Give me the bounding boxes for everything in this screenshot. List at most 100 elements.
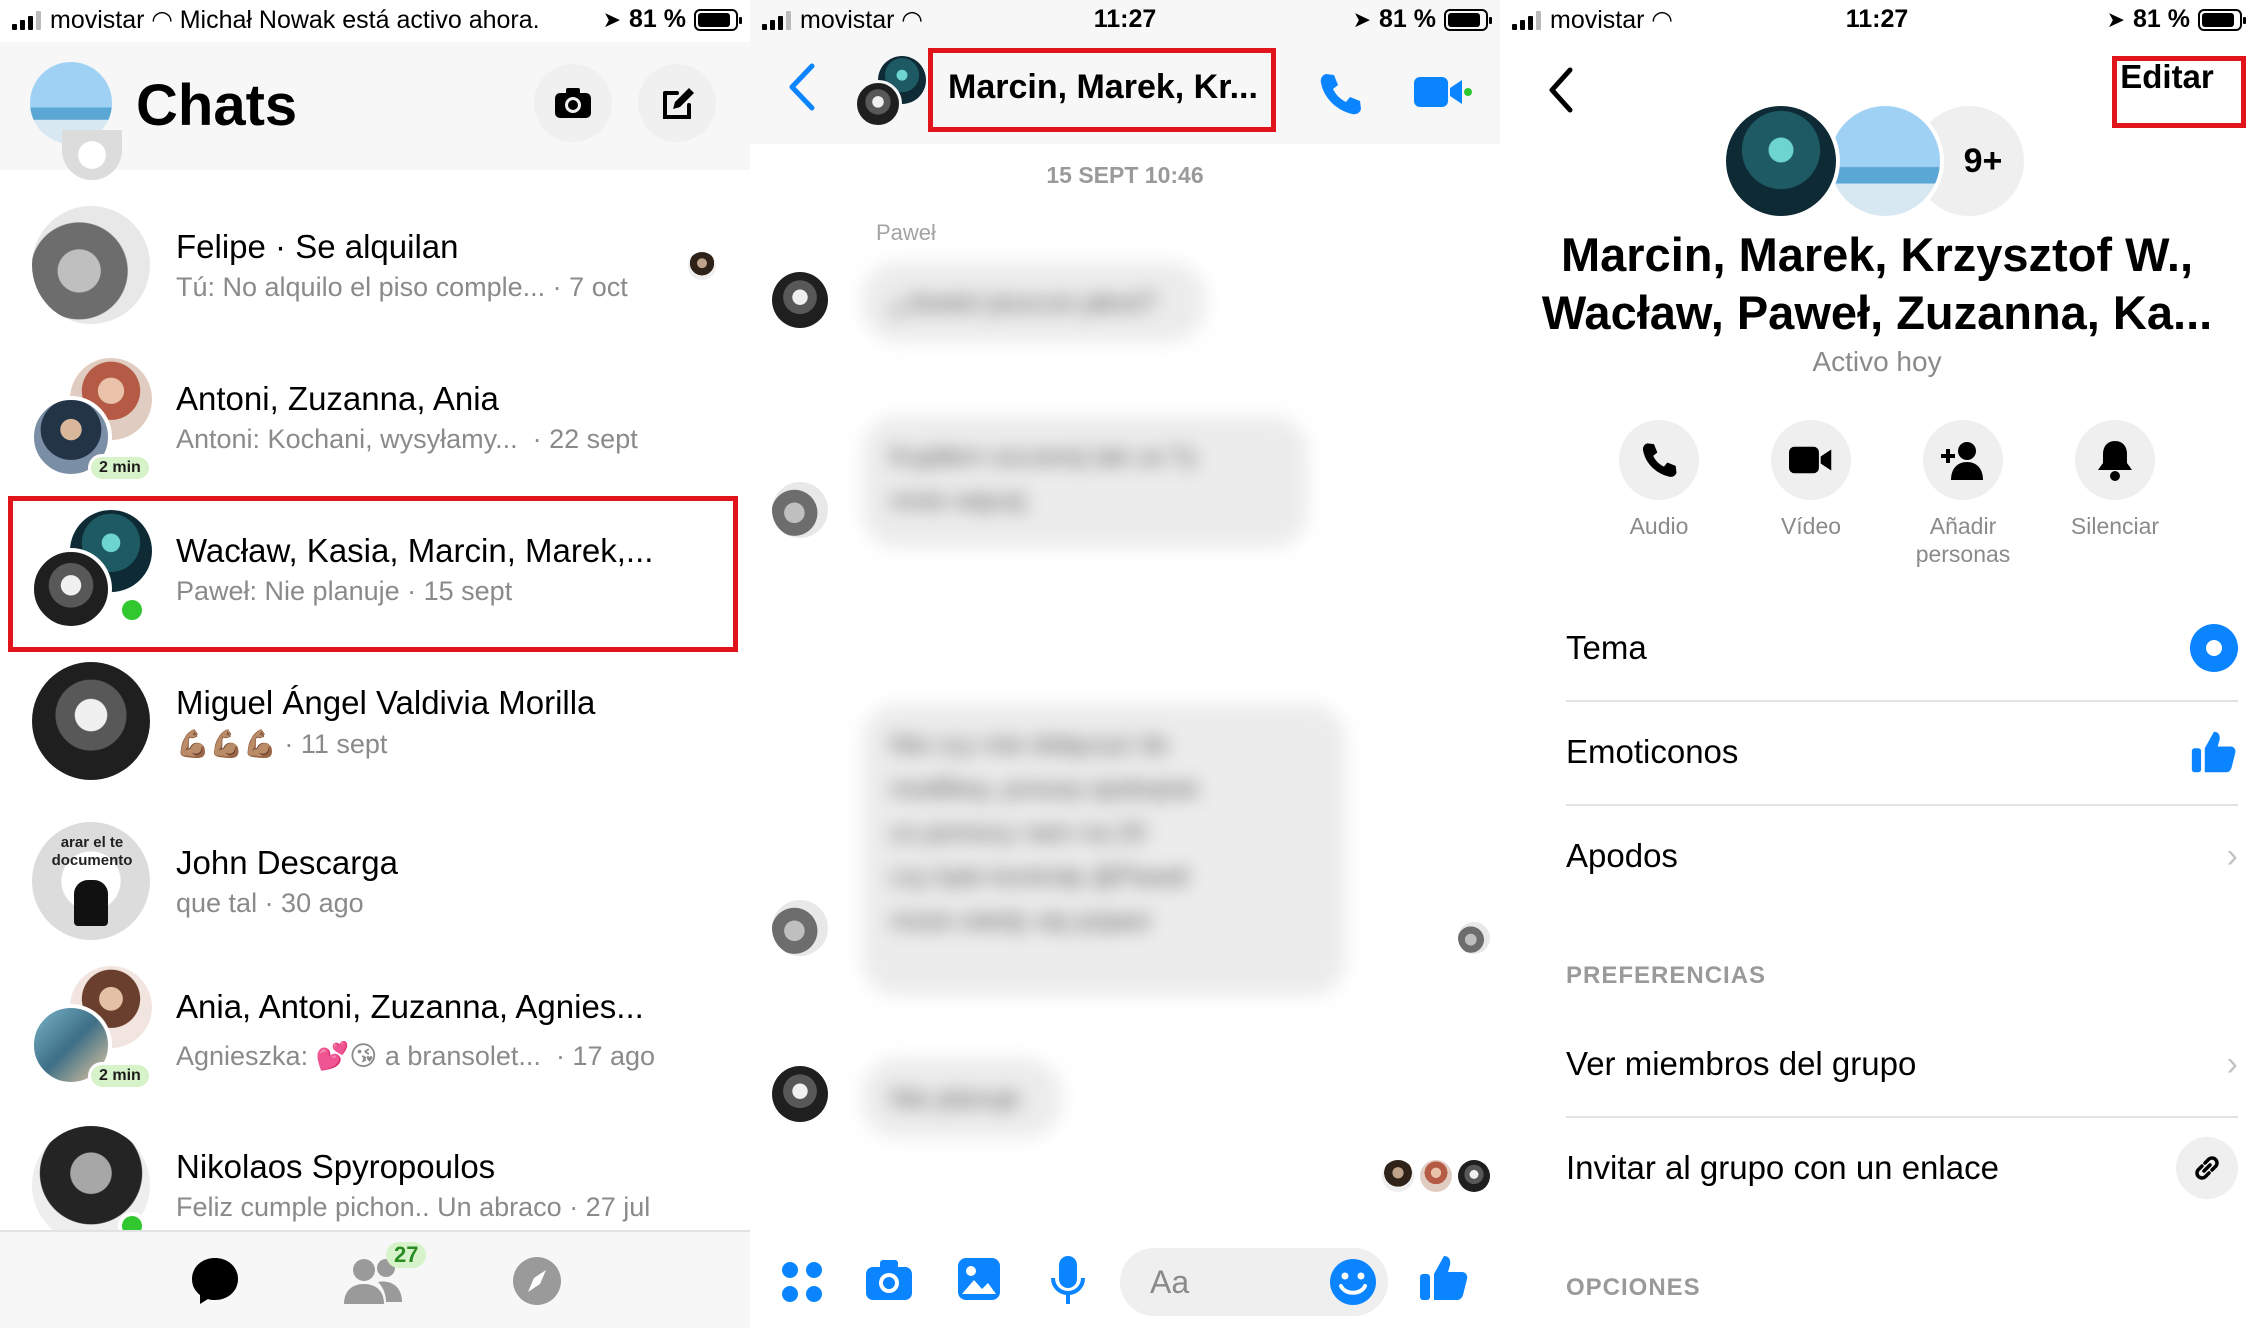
audio-action[interactable]: Audio	[1594, 420, 1724, 540]
phone-icon	[1320, 74, 1361, 115]
members-row[interactable]: Ver miembros del grupo ›	[1566, 1012, 2238, 1116]
chevron-left-icon	[1549, 67, 1573, 113]
sender-name: Paweł	[876, 220, 936, 245]
chat-row-miguel[interactable]: Miguel Ángel Valdivia Morilla 💪🏽💪🏽💪🏽 · 1…	[0, 656, 750, 806]
compass-icon	[513, 1257, 561, 1305]
emoji-button[interactable]	[1328, 1257, 1378, 1312]
video-call-button[interactable]	[1414, 74, 1472, 115]
location-icon: ➤	[602, 6, 622, 32]
add-person-icon	[1941, 442, 1983, 480]
group-settings-panel: movistar ◠ 11:27 ➤ 81 % Editar 9+ Marcin…	[1500, 0, 2254, 1328]
tab-discover[interactable]	[510, 1254, 564, 1320]
chat-row-antoni[interactable]: 2 min Antoni, Zuzanna, Ania Antoni: Koch…	[0, 352, 750, 502]
message-bubble[interactable]: Nie czy mie dołączyć do modlitwy, proszę…	[862, 704, 1346, 996]
like-button[interactable]	[1418, 1252, 1470, 1309]
message-avatar	[772, 272, 828, 328]
camera-button[interactable]	[534, 64, 612, 142]
read-receipt-avatar	[1458, 922, 1490, 954]
video-icon	[1789, 446, 1832, 474]
chat-preview: Feliz cumple pichon.. Un abraco · 27 jul	[176, 1192, 651, 1222]
chat-preview: Agnieszka: 💕😘 a bransolet... · 17 ago	[176, 1041, 656, 1071]
audio-call-button[interactable]	[1316, 70, 1364, 123]
group-name-line: Wacław, Paweł, Zuzanna, Ka...	[1541, 286, 2213, 339]
camera-button[interactable]	[864, 1258, 914, 1307]
selected-chat-highlight	[8, 496, 738, 652]
chat-name: Ania, Antoni, Zuzanna, Agnies...	[176, 988, 644, 1025]
chevron-left-icon	[789, 63, 815, 111]
gallery-button[interactable]	[956, 1256, 1002, 1307]
chevron-right-icon: ›	[2226, 1044, 2238, 1083]
tab-bar: 27	[0, 1230, 750, 1328]
seen-avatar	[688, 252, 716, 280]
activity-status: Activo hoy	[1812, 346, 1942, 377]
camera-icon	[866, 1260, 912, 1300]
theme-row[interactable]: Tema	[1566, 596, 2238, 700]
message-avatar	[772, 1066, 828, 1122]
message-bubble[interactable]: Kupiłem szczerej tak za Ty mnie więcej	[862, 416, 1308, 548]
emoji-row[interactable]: Emoticonos	[1566, 700, 2238, 804]
nicknames-label: Apodos	[1566, 837, 1678, 874]
audio-label: Audio	[1629, 513, 1689, 539]
chat-avatar	[32, 206, 150, 324]
message-avatar	[772, 482, 828, 538]
compose-icon	[663, 88, 694, 119]
back-button[interactable]	[1546, 66, 1574, 119]
video-label: Vídeo	[1780, 513, 1842, 539]
battery-icon	[2198, 8, 2246, 31]
back-button[interactable]	[786, 62, 816, 117]
docs-figure-icon	[74, 880, 108, 926]
message-input[interactable]: Aa	[1120, 1248, 1388, 1316]
chat-bubble-icon	[192, 1258, 238, 1304]
group-name-line: Marcin, Marek, Krzysztof W.,	[1560, 228, 2194, 281]
message-bubble[interactable]: Nie planuje	[862, 1058, 1062, 1138]
nicknames-row[interactable]: Apodos ›	[1566, 804, 2238, 908]
location-icon: ➤	[2106, 6, 2126, 32]
mute-label: Silenciar	[2070, 513, 2160, 539]
chat-avatar: arar el te documento	[32, 822, 150, 940]
chat-preview: que tal · 30 ago	[176, 888, 364, 918]
preferences-header: PREFERENCIAS	[1566, 962, 1767, 989]
tab-chats[interactable]	[188, 1254, 242, 1320]
carrier-name: movistar	[50, 5, 145, 34]
chat-row-ania[interactable]: 2 min Ania, Antoni, Zuzanna, Agnies... A…	[0, 960, 750, 1110]
video-action[interactable]: Vídeo	[1746, 420, 1876, 540]
battery-icon	[1444, 8, 1492, 31]
theme-radio-icon	[2190, 624, 2238, 672]
active-notice: Michał Nowak está activo ahora.	[179, 5, 540, 34]
bell-icon	[2098, 441, 2132, 481]
add-people-label: Añadir personas	[1915, 513, 2011, 567]
chat-name: John Descarga	[176, 844, 398, 881]
chats-panel: movistar ◠ Michał Nowak está activo ahor…	[0, 0, 750, 1328]
chat-row-john[interactable]: arar el te documento John Descarga que t…	[0, 816, 750, 966]
read-receipt-avatar	[1420, 1160, 1452, 1192]
chat-row-felipe[interactable]: Felipe · Se alquilan Tú: No alquilo el p…	[0, 200, 750, 350]
read-receipt-avatar	[1382, 1160, 1414, 1192]
partial-avatar	[62, 130, 122, 180]
battery-icon	[694, 8, 742, 31]
compose-button[interactable]	[638, 64, 716, 142]
active-badge: 2 min	[88, 1062, 152, 1090]
more-button[interactable]	[780, 1260, 824, 1309]
message-bubble[interactable]: ¿Jesteś jeszcze jakoś?	[862, 262, 1206, 342]
chat-preview: 💪🏽💪🏽💪🏽 · 11 sept	[176, 729, 388, 759]
title-highlight	[928, 48, 1276, 132]
mute-action[interactable]: Silenciar	[2050, 420, 2180, 540]
tab-people[interactable]: 27	[342, 1242, 427, 1320]
theme-label: Tema	[1566, 629, 1647, 666]
avatar-caption: arar el te documento	[51, 834, 133, 869]
thumbs-up-icon	[2191, 731, 2236, 773]
invite-link-row[interactable]: Invitar al grupo con un enlace	[1566, 1116, 2238, 1220]
options-header: OPCIONES	[1566, 1274, 1701, 1301]
image-icon	[958, 1258, 1000, 1300]
group-name[interactable]: Marcin, Marek, Krzysztof W., Wacław, Paw…	[1500, 226, 2254, 342]
thumbs-up-icon	[1420, 1256, 1468, 1300]
location-icon: ➤	[1352, 6, 1372, 32]
four-dots-icon	[782, 1262, 822, 1302]
composer-bar: Aa	[750, 1230, 1500, 1328]
microphone-button[interactable]	[1050, 1254, 1086, 1311]
timestamp: 15 SEPT 10:46	[1046, 162, 1204, 188]
chevron-right-icon: ›	[2226, 836, 2238, 875]
add-people-action[interactable]: Añadir personas	[1898, 420, 2028, 568]
status-bar: movistar ◠ 11:27 ➤ 81 %	[750, 0, 1500, 42]
battery-percent: 81 %	[1379, 5, 1436, 33]
